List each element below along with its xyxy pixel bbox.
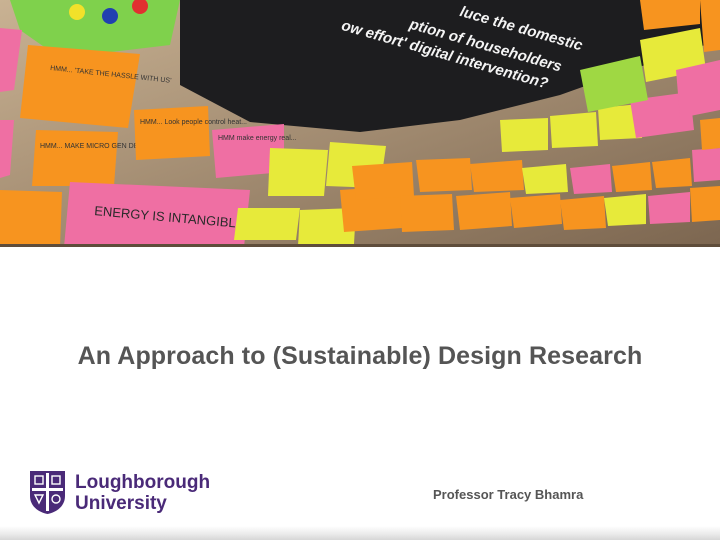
header-photo: luce the domestic ption of householders … bbox=[0, 0, 720, 247]
note-energy-real: HMM make energy real... bbox=[218, 135, 297, 142]
logo-line-2: University bbox=[75, 492, 167, 514]
logo-line-1: Loughborough bbox=[75, 471, 211, 493]
note-control-heat: HMM... Look people control heat... bbox=[140, 119, 247, 126]
slide-title: An Approach to (Sustainable) Design Rese… bbox=[77, 342, 643, 370]
slide: luce the domestic ption of householders … bbox=[0, 0, 720, 540]
university-logo: Loughborough University bbox=[29, 470, 210, 515]
university-crest-icon bbox=[30, 471, 65, 514]
sticky-notes-photo: luce the domestic ption of householders … bbox=[0, 0, 720, 247]
bottom-shadow bbox=[0, 526, 720, 540]
presenter-name: Professor Tracy Bhamra bbox=[433, 487, 584, 502]
